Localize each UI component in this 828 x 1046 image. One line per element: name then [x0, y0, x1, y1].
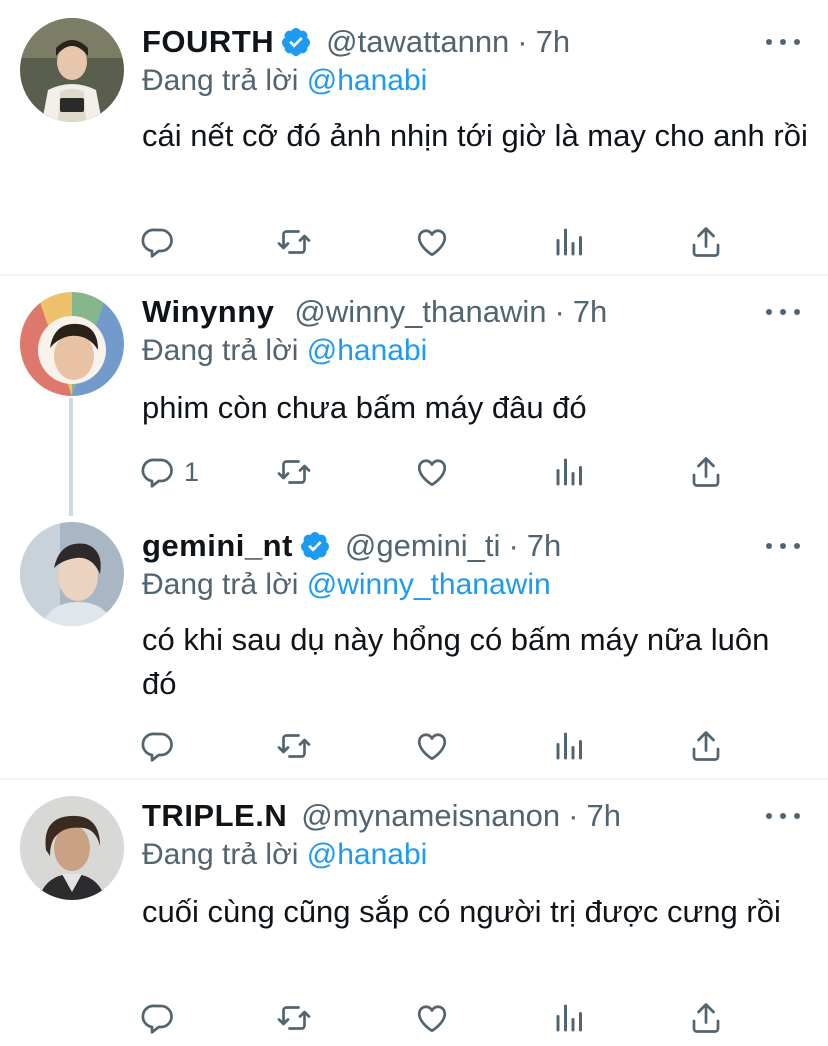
retweet-icon: [277, 734, 311, 758]
share-button[interactable]: [688, 222, 724, 262]
timestamp[interactable]: 7h: [536, 24, 570, 60]
avatar[interactable]: [20, 292, 124, 396]
avatar[interactable]: [20, 522, 124, 626]
replying-to: Đang trả lời @hanabi: [142, 64, 427, 98]
avatar[interactable]: [20, 18, 124, 122]
user-handle[interactable]: @mynameisnanon: [301, 798, 560, 834]
avatar-photo: [20, 18, 124, 122]
analytics-button[interactable]: [552, 726, 588, 766]
avatar-photo: [20, 796, 124, 900]
tweet-header: TRIPLE.N @mynameisnanon · 7h: [142, 796, 621, 836]
replying-to-label: Đang trả lời: [142, 568, 299, 601]
analytics-icon: [556, 228, 582, 256]
replying-to: Đang trả lời @winny_thanawin: [142, 568, 551, 602]
mention-link[interactable]: @winny_thanawin: [307, 568, 551, 601]
analytics-icon: [556, 732, 582, 760]
tweet-actions: [0, 222, 828, 262]
timestamp[interactable]: 7h: [573, 294, 607, 330]
analytics-button[interactable]: [552, 998, 588, 1038]
reply-icon: [141, 228, 173, 258]
mention-link[interactable]: @hanabi: [307, 64, 428, 97]
tweet-actions: [0, 726, 828, 766]
tweet-text: có khi sau dụ này hổng có bấm máy nữa lu…: [142, 622, 770, 701]
share-icon: [692, 731, 720, 761]
share-button[interactable]: [688, 452, 724, 492]
analytics-button[interactable]: [552, 222, 588, 262]
separator: ·: [568, 798, 579, 833]
tweet-header: FOURTH @tawattannn · 7h: [142, 22, 570, 62]
retweet-button[interactable]: [276, 452, 312, 492]
retweet-button[interactable]: [276, 222, 312, 262]
more-options-icon[interactable]: [766, 32, 800, 52]
share-button[interactable]: [688, 726, 724, 766]
like-button[interactable]: [414, 726, 450, 766]
analytics-icon: [556, 458, 582, 486]
tweet-header: gemini_nt @gemini_ti · 7h: [142, 526, 561, 566]
retweet-icon: [277, 230, 311, 254]
reply-icon: [141, 732, 173, 762]
reply-icon: [141, 458, 173, 488]
reply-button[interactable]: [140, 222, 184, 262]
tweet-actions: [0, 998, 828, 1038]
replying-to: Đang trả lời @hanabi: [142, 334, 427, 368]
avatar-photo: [20, 292, 124, 396]
display-name[interactable]: TRIPLE.N: [142, 798, 287, 834]
mention-link[interactable]: @hanabi: [307, 838, 428, 871]
timestamp[interactable]: 7h: [587, 798, 621, 834]
tweet-header: Winynny @winny_thanawin · 7h: [142, 292, 607, 332]
tweet[interactable]: gemini_nt @gemini_ti · 7h Đang trả lời @…: [0, 506, 828, 778]
tweet[interactable]: TRIPLE.N @mynameisnanon · 7h Đang trả lờ…: [0, 780, 828, 1046]
analytics-button[interactable]: [552, 452, 588, 492]
like-button[interactable]: [414, 222, 450, 262]
reply-button[interactable]: [140, 998, 184, 1038]
timestamp[interactable]: 7h: [527, 528, 561, 564]
replying-to-label: Đang trả lời: [142, 334, 299, 367]
tweet-actions: 1: [0, 452, 828, 492]
more-options-icon[interactable]: [766, 302, 800, 322]
like-button[interactable]: [414, 998, 450, 1038]
separator: ·: [508, 528, 519, 563]
display-name[interactable]: Winynny: [142, 294, 274, 330]
display-name[interactable]: gemini_nt: [142, 528, 293, 564]
separator: ·: [517, 24, 528, 59]
more-options-icon[interactable]: [766, 536, 800, 556]
more-options-icon[interactable]: [766, 806, 800, 826]
avatar[interactable]: [20, 796, 124, 900]
like-icon: [417, 733, 447, 761]
reply-button[interactable]: 1: [140, 452, 199, 492]
tweet-text: cuối cùng cũng sắp có người trị được cưn…: [142, 894, 781, 929]
avatar-photo: [20, 522, 124, 626]
reply-button[interactable]: [140, 726, 184, 766]
share-icon: [692, 457, 720, 487]
separator: ·: [554, 294, 565, 329]
verified-badge-icon: [299, 530, 331, 562]
display-name[interactable]: FOURTH: [142, 24, 274, 60]
reply-icon: [141, 1004, 173, 1034]
user-handle[interactable]: @tawattannn: [326, 24, 509, 60]
replying-to-label: Đang trả lời: [142, 838, 299, 871]
tweet-text: cái nết cỡ đó ảnh nhịn tới giờ là may ch…: [142, 118, 808, 153]
like-icon: [417, 229, 447, 257]
user-handle[interactable]: @winny_thanawin: [294, 294, 546, 330]
share-button[interactable]: [688, 998, 724, 1038]
retweet-icon: [277, 460, 311, 484]
reply-count: 1: [184, 456, 200, 487]
share-icon: [692, 227, 720, 257]
like-icon: [417, 459, 447, 487]
tweet-text: phim còn chưa bấm máy đâu đó: [142, 390, 587, 425]
analytics-icon: [556, 1004, 582, 1032]
like-button[interactable]: [414, 452, 450, 492]
tweet[interactable]: Winynny @winny_thanawin · 7h Đang trả lờ…: [0, 276, 828, 516]
mention-link[interactable]: @hanabi: [307, 334, 428, 367]
user-handle[interactable]: @gemini_ti: [345, 528, 501, 564]
verified-badge-icon: [280, 26, 312, 58]
retweet-button[interactable]: [276, 998, 312, 1038]
retweet-button[interactable]: [276, 726, 312, 766]
retweet-icon: [277, 1006, 311, 1030]
replying-to-label: Đang trả lời: [142, 64, 299, 97]
share-icon: [692, 1003, 720, 1033]
like-icon: [417, 1005, 447, 1033]
tweet[interactable]: FOURTH @tawattannn · 7h Đang trả lời @ha…: [0, 0, 828, 274]
replying-to: Đang trả lời @hanabi: [142, 838, 427, 872]
